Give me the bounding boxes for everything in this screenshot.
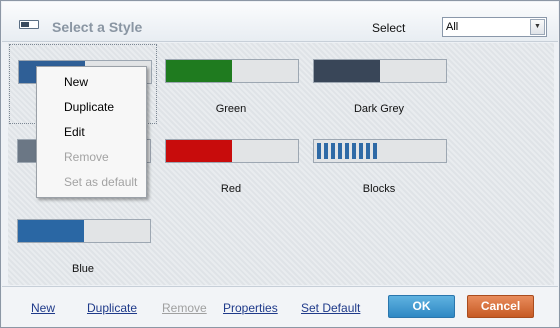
style-cell[interactable]: Blue bbox=[9, 204, 157, 284]
footer-link-new[interactable]: New bbox=[31, 301, 55, 315]
style-preview-bar bbox=[313, 59, 447, 83]
style-label: Blue bbox=[71, 263, 95, 275]
style-preview-bar bbox=[17, 219, 151, 243]
style-preview-fill bbox=[166, 140, 232, 162]
style-preview-fill bbox=[166, 60, 232, 82]
style-label: Red bbox=[220, 183, 242, 195]
select-label: Select bbox=[372, 21, 406, 35]
dialog-footer: New Duplicate Remove Properties Set Defa… bbox=[2, 286, 558, 327]
select-style-dialog: Select a Style Select All ▼ Green Dark G… bbox=[0, 0, 560, 328]
style-preview-fill bbox=[18, 220, 84, 242]
footer-link-properties[interactable]: Properties bbox=[223, 301, 278, 315]
style-preview-bar bbox=[313, 139, 447, 163]
footer-link-remove[interactable]: Remove bbox=[162, 301, 207, 315]
menu-item-set-as-default[interactable]: Set as default bbox=[64, 175, 137, 189]
dialog-header: Select a Style Select All ▼ bbox=[2, 2, 558, 42]
chevron-down-icon[interactable]: ▼ bbox=[530, 19, 545, 35]
style-preview-bar bbox=[165, 59, 299, 83]
menu-item-new[interactable]: New bbox=[64, 75, 88, 89]
style-preview-bar bbox=[165, 139, 299, 163]
style-cell[interactable]: Red bbox=[157, 124, 305, 204]
menu-item-edit[interactable]: Edit bbox=[64, 125, 85, 139]
style-preview-fill bbox=[314, 60, 380, 82]
style-cell[interactable]: Dark Grey bbox=[305, 44, 453, 124]
style-preview-fill bbox=[317, 143, 380, 159]
dialog-title: Select a Style bbox=[52, 19, 143, 35]
context-menu: New Duplicate Edit Remove Set as default bbox=[36, 66, 147, 198]
menu-item-duplicate[interactable]: Duplicate bbox=[64, 100, 114, 114]
style-label: Green bbox=[215, 103, 247, 115]
footer-link-set-default[interactable]: Set Default bbox=[301, 301, 360, 315]
progress-bar-icon bbox=[19, 20, 39, 29]
filter-dropdown[interactable]: All ▼ bbox=[442, 17, 547, 37]
cancel-button[interactable]: Cancel bbox=[467, 295, 534, 318]
style-label: Blocks bbox=[362, 183, 396, 195]
style-cell[interactable]: Blocks bbox=[305, 124, 453, 204]
style-cell[interactable]: Green bbox=[157, 44, 305, 124]
filter-dropdown-value: All bbox=[446, 21, 459, 33]
menu-item-remove[interactable]: Remove bbox=[64, 150, 109, 164]
ok-button[interactable]: OK bbox=[388, 295, 455, 318]
footer-link-duplicate[interactable]: Duplicate bbox=[87, 301, 137, 315]
style-label: Dark Grey bbox=[353, 103, 405, 115]
